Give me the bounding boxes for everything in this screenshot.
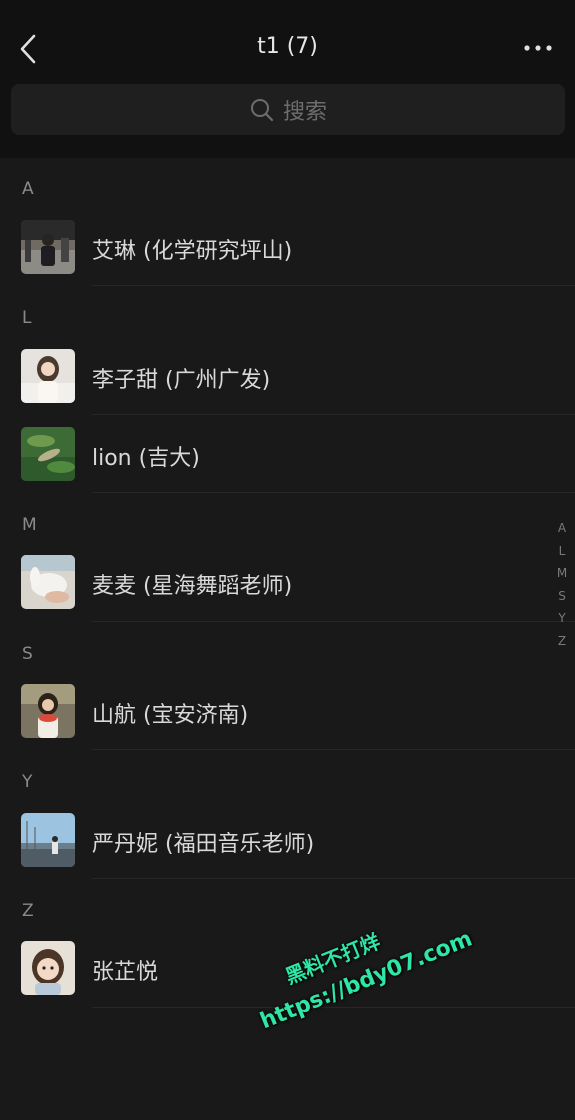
contact-row[interactable]: lion (吉大) [0,415,575,493]
divider [92,621,575,622]
divider [92,1007,575,1008]
contact-name: 山航 (宝安济南) [92,703,249,728]
contact-list: A 艾琳 (化学研究坪山) L 李子甜 (广州广发) lion (吉大) M 麦… [0,158,575,1120]
divider [92,878,575,879]
avatar [21,220,75,274]
section-header-z: Z [22,901,34,921]
divider [92,285,575,286]
contact-row[interactable]: 李子甜 (广州广发) [0,337,575,415]
search-input[interactable]: 搜索 [11,84,565,135]
contact-name: 麦麦 (星海舞蹈老师) [92,574,293,599]
contact-row[interactable]: 艾琳 (化学研究坪山) [0,208,575,286]
section-header-a: A [22,179,34,199]
contact-name: 张芷悦 [92,960,159,985]
alphabet-index-bar[interactable]: A L M S Y Z [555,517,569,653]
contact-row[interactable]: 山航 (宝安济南) [0,672,575,750]
index-letter-z[interactable]: Z [555,630,569,653]
top-bar: t1 (7) [0,0,575,84]
section-header-y: Y [22,772,33,792]
avatar [21,555,75,609]
divider [92,749,575,750]
page-title: t1 (7) [257,34,318,59]
search-icon [250,98,274,121]
avatar [21,684,75,738]
contact-row[interactable]: 张芷悦 [0,929,575,1007]
contact-name: lion (吉大) [92,446,200,471]
contact-name: 李子甜 (广州广发) [92,368,271,393]
index-letter-y[interactable]: Y [555,607,569,630]
index-letter-a[interactable]: A [555,517,569,540]
avatar [21,941,75,995]
index-letter-m[interactable]: M [555,562,569,585]
avatar [21,813,75,867]
avatar [21,427,75,481]
contact-row[interactable]: 麦麦 (星海舞蹈老师) [0,543,575,621]
contact-row[interactable]: 严丹妮 (福田音乐老师) [0,801,575,879]
contact-name: 严丹妮 (福田音乐老师) [92,832,315,857]
search-placeholder: 搜索 [282,99,327,125]
section-header-m: M [22,515,37,535]
search-area: 搜索 [0,84,575,158]
more-options-button[interactable] [519,36,557,60]
section-header-l: L [22,308,32,328]
index-letter-s[interactable]: S [555,585,569,608]
contact-name: 艾琳 (化学研究坪山) [92,239,293,264]
section-header-s: S [22,644,33,664]
index-letter-l[interactable]: L [555,540,569,563]
more-dots-icon [524,45,552,51]
divider [92,492,575,493]
avatar [21,349,75,403]
